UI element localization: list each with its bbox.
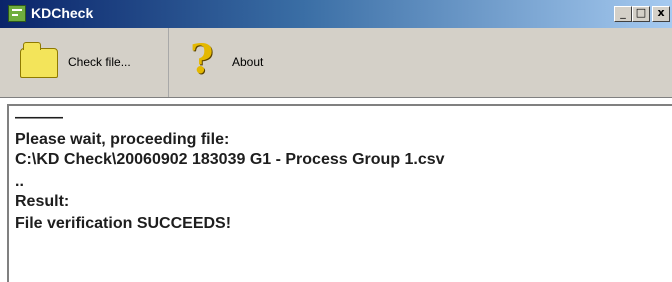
check-file-label: Check file... xyxy=(68,55,131,69)
status-line: Please wait, proceeding file: xyxy=(15,131,230,148)
help-icon: ? xyxy=(190,36,214,83)
minimize-button[interactable]: _ xyxy=(614,6,632,22)
result-label: Result: xyxy=(15,193,70,210)
folder-icon xyxy=(20,42,58,78)
kdcheck-window: KDCheck _ □ x Check file... ? About ——— … xyxy=(0,0,672,282)
toolbar: Check file... ? About xyxy=(0,28,672,98)
about-button[interactable]: ? About xyxy=(180,28,300,97)
app-icon xyxy=(8,5,26,22)
close-button[interactable]: x xyxy=(652,6,670,22)
check-file-button[interactable]: Check file... xyxy=(8,28,169,97)
title-bar[interactable]: KDCheck _ □ x xyxy=(0,0,672,28)
about-label: About xyxy=(232,55,264,69)
separator-line: ——— xyxy=(15,109,63,126)
result-message: File verification SUCCEEDS! xyxy=(15,215,232,232)
output-log[interactable]: ——— Please wait, proceeding file: C:\KD … xyxy=(7,104,672,282)
progress-dots: .. xyxy=(15,173,24,190)
window-title: KDCheck xyxy=(31,5,94,21)
maximize-button[interactable]: □ xyxy=(632,6,650,22)
file-path-line: C:\KD Check\20060902 183039 G1 - Process… xyxy=(15,151,445,168)
